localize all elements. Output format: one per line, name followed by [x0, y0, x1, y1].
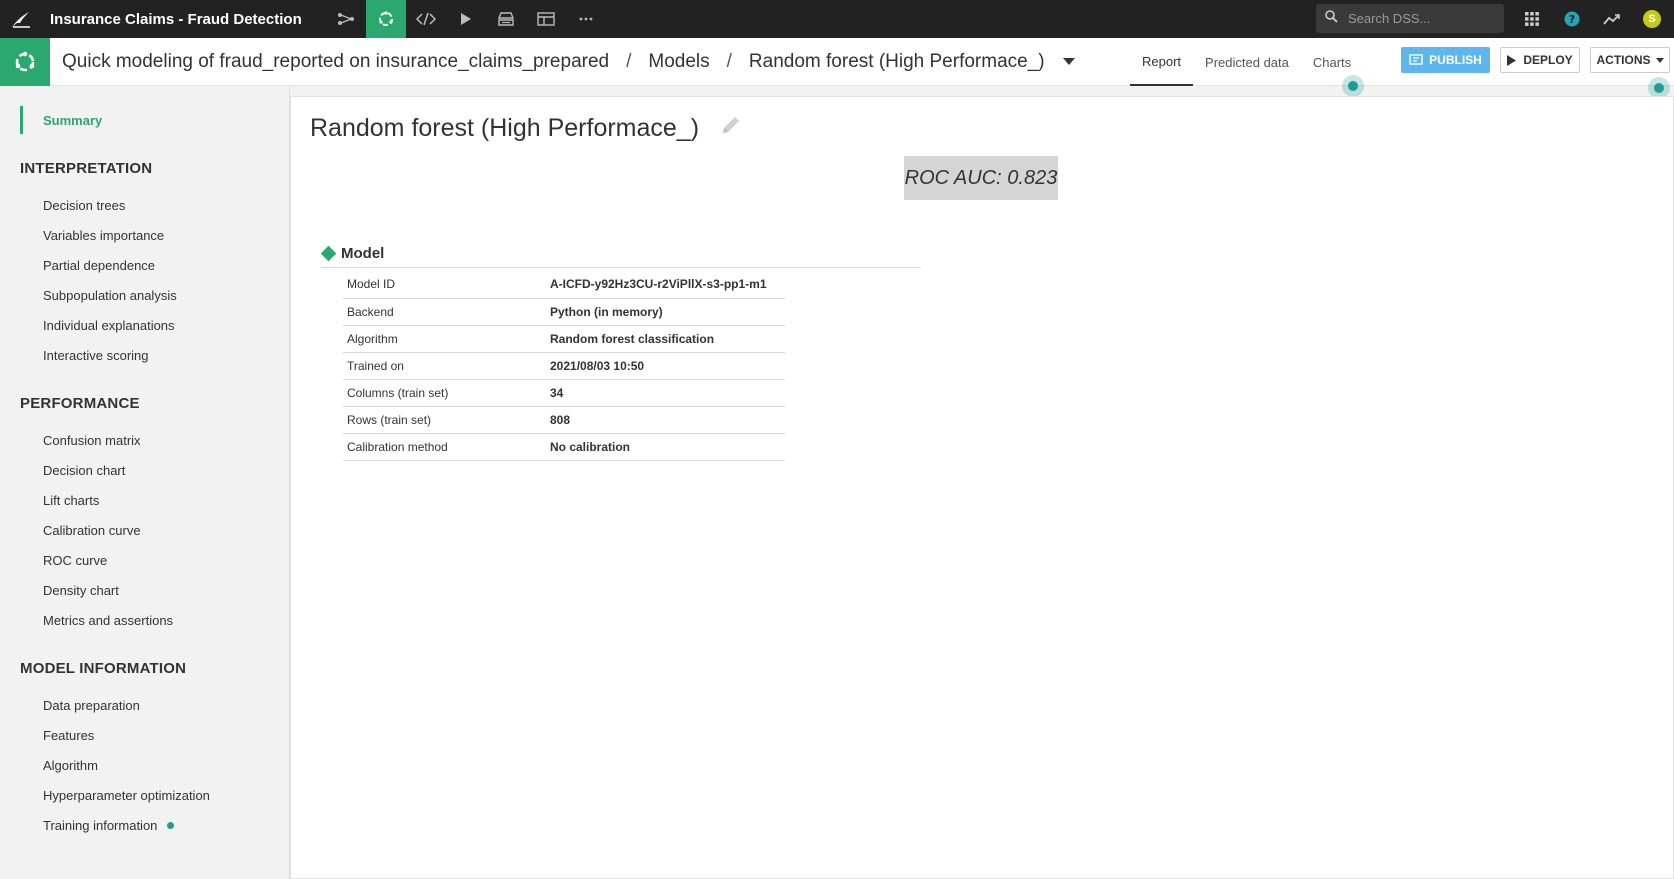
project-title[interactable]: Insurance Claims - Fraud Detection [50, 11, 302, 28]
page-title: Random forest (High Performace_) [310, 113, 743, 144]
chevron-down-icon [1655, 57, 1664, 63]
play-icon [1507, 54, 1517, 66]
detail-key: Algorithm [343, 325, 546, 353]
sidebar-item-algorithm[interactable]: Algorithm [43, 758, 98, 773]
tab-report[interactable]: Report [1130, 38, 1194, 86]
detail-value: 808 [546, 406, 785, 434]
sidebar-item-interactive-scoring[interactable]: Interactive scoring [43, 348, 149, 363]
breadcrumb: Quick modeling of fraud_reported on insu… [62, 51, 1075, 73]
code-icon[interactable] [406, 0, 446, 38]
chevron-down-icon[interactable] [1062, 58, 1075, 65]
help-icon[interactable]: ? [1552, 0, 1592, 38]
report-sidebar: Summary INTERPRETATION Decision trees Va… [0, 87, 290, 879]
detail-key: Trained on [343, 352, 546, 380]
roc-auc-metric: ROC AUC: 0.823 [904, 156, 1058, 200]
sidebar-heading-performance: PERFORMANCE [20, 395, 140, 412]
activity-trend-icon[interactable] [1592, 0, 1632, 38]
sidebar-item-decision-chart[interactable]: Decision chart [43, 463, 125, 478]
model-section-header: Model [320, 240, 921, 268]
analysis-icon[interactable] [365, 0, 406, 38]
detail-key: Backend [343, 298, 546, 326]
sidebar-item-features[interactable]: Features [43, 728, 94, 743]
deploy-button[interactable]: DEPLOY [1500, 47, 1580, 73]
view-tabs: Report Predicted data Charts [1130, 38, 1363, 86]
stack-icon[interactable] [486, 0, 526, 38]
more-icon[interactable] [566, 0, 606, 38]
search-input[interactable] [1348, 11, 1498, 26]
publish-button[interactable]: PUBLISH [1401, 47, 1490, 73]
sidebar-item-hyperparameter-optimization[interactable]: Hyperparameter optimization [43, 788, 210, 803]
model-details-table: Model ID A-ICFD-y92Hz3CU-r2ViPllX-s3-pp1-… [343, 271, 785, 461]
sidebar-item-roc-curve[interactable]: ROC curve [43, 553, 107, 568]
table-row: Rows (train set) 808 [343, 406, 785, 434]
sidebar-heading-model-information: MODEL INFORMATION [20, 660, 187, 677]
detail-value: A-ICFD-y92Hz3CU-r2ViPllX-s3-pp1-m1 [546, 271, 785, 299]
sidebar-item-partial-dependence[interactable]: Partial dependence [43, 258, 155, 273]
breadcrumb-current-model[interactable]: Random forest (High Performace_) [749, 51, 1045, 73]
table-row: Algorithm Random forest classification [343, 325, 785, 353]
detail-value: Random forest classification [546, 325, 785, 353]
apps-grid-icon[interactable] [1512, 0, 1552, 38]
hint-dot[interactable] [1342, 75, 1364, 97]
dataiku-logo-icon[interactable] [0, 0, 42, 38]
notification-dot [167, 822, 175, 829]
detail-value: 34 [546, 379, 785, 407]
breadcrumb-separator: / [726, 50, 732, 72]
detail-key: Calibration method [343, 433, 546, 461]
report-panel: Random forest (High Performace_) ROC AUC… [290, 96, 1674, 879]
breadcrumb-analysis[interactable]: Quick modeling of fraud_reported on insu… [62, 51, 609, 73]
detail-value: Python (in memory) [546, 298, 785, 326]
diamond-icon [320, 245, 337, 262]
actions-button[interactable]: ACTIONS [1590, 47, 1670, 73]
sidebar-item-individual-explanations[interactable]: Individual explanations [43, 318, 175, 333]
svg-text:?: ? [1569, 13, 1575, 26]
sidebar-item-confusion-matrix[interactable]: Confusion matrix [43, 433, 141, 448]
detail-key: Rows (train set) [343, 406, 546, 434]
sidebar-heading-interpretation: INTERPRETATION [20, 160, 153, 177]
table-row: Columns (train set) 34 [343, 379, 785, 407]
sidebar-item-variables-importance[interactable]: Variables importance [43, 228, 164, 243]
sidebar-item-subpopulation-analysis[interactable]: Subpopulation analysis [43, 288, 177, 303]
sidebar-item-summary[interactable]: Summary [20, 106, 102, 134]
play-icon[interactable] [446, 0, 486, 38]
flow-icon[interactable] [326, 0, 366, 38]
top-navbar: Insurance Claims - Fraud Detection Searc… [0, 0, 1674, 38]
table-row: Model ID A-ICFD-y92Hz3CU-r2ViPllX-s3-pp1-… [343, 271, 785, 299]
breadcrumb-separator: / [626, 50, 632, 72]
model-header: Quick modeling of fraud_reported on insu… [0, 37, 1674, 86]
sidebar-item-decision-trees[interactable]: Decision trees [43, 198, 125, 213]
detail-key: Columns (train set) [343, 379, 546, 407]
tab-predicted-data[interactable]: Predicted data [1193, 38, 1301, 86]
sidebar-item-density-chart[interactable]: Density chart [43, 583, 119, 598]
sidebar-item-lift-charts[interactable]: Lift charts [43, 493, 99, 508]
detail-value: 2021/08/03 10:50 [546, 352, 785, 380]
table-row: Calibration method No calibration [343, 433, 785, 461]
sidebar-item-metrics-and-assertions[interactable]: Metrics and assertions [43, 613, 173, 628]
search-box[interactable] [1316, 4, 1504, 33]
user-avatar[interactable]: S [1632, 0, 1672, 38]
detail-key: Model ID [343, 271, 546, 299]
sidebar-item-calibration-curve[interactable]: Calibration curve [43, 523, 141, 538]
table-row: Trained on 2021/08/03 10:50 [343, 352, 785, 380]
dashboard-icon[interactable] [526, 0, 566, 38]
model-analysis-icon[interactable] [0, 37, 50, 86]
sidebar-item-data-preparation[interactable]: Data preparation [43, 698, 140, 713]
table-row: Backend Python (in memory) [343, 298, 785, 326]
search-icon [1325, 9, 1338, 28]
detail-value: No calibration [546, 433, 785, 461]
sidebar-item-training-information[interactable]: Training information [43, 818, 175, 833]
publish-icon [1409, 54, 1423, 66]
pencil-edit-icon[interactable] [719, 113, 743, 144]
breadcrumb-models[interactable]: Models [648, 51, 709, 73]
